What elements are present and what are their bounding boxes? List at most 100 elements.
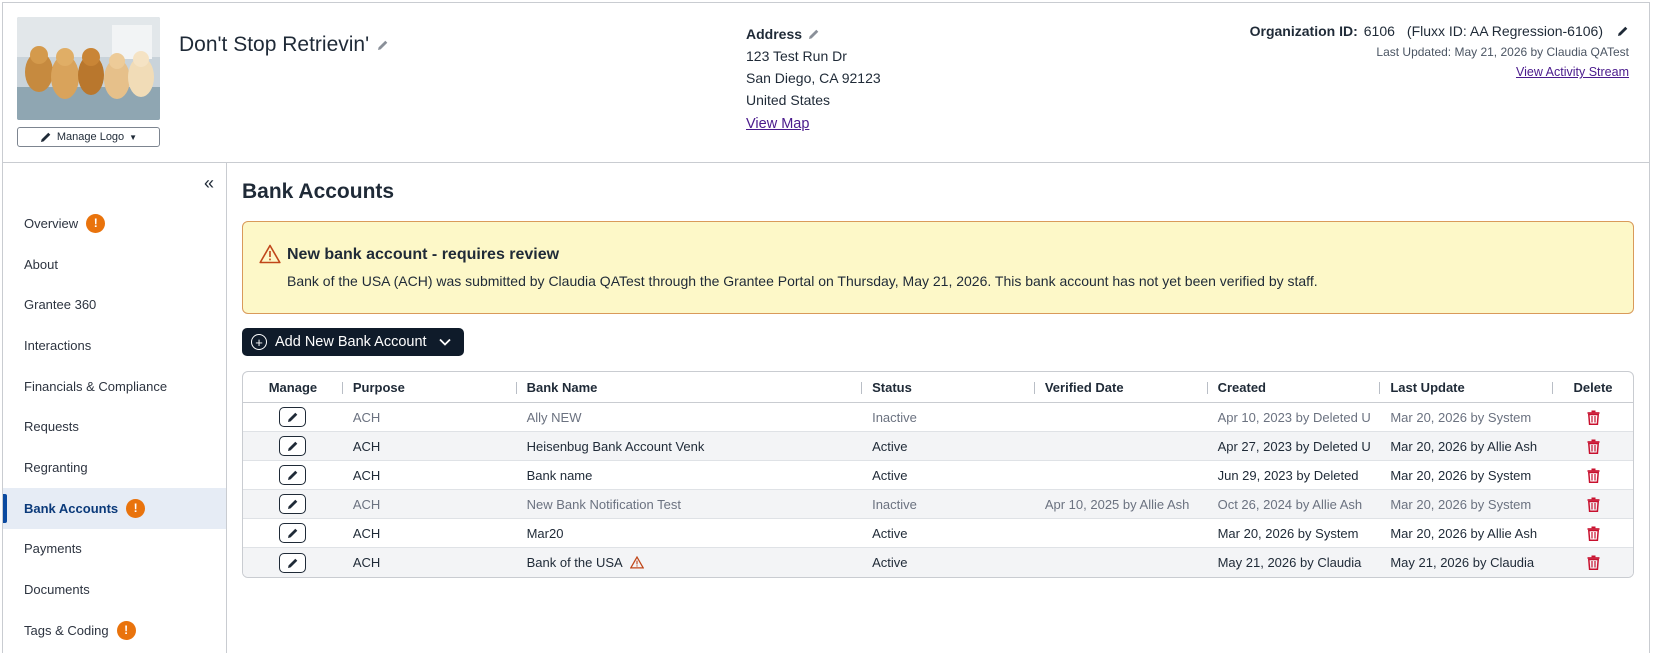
- updated-cell: Mar 20, 2026 by System: [1380, 461, 1553, 489]
- pencil-icon: [287, 499, 298, 509]
- status-cell: Active: [862, 461, 1035, 489]
- purpose-cell: ACH: [343, 403, 517, 431]
- trash-icon[interactable]: [1587, 410, 1600, 425]
- sidebar-item-label: Tags & Coding: [24, 622, 109, 638]
- add-button-label: Add New Bank Account: [275, 334, 427, 350]
- trash-icon[interactable]: [1587, 468, 1600, 483]
- updated-value: Mar 20, 2026 by Allie Ash: [1390, 525, 1538, 541]
- view-activity-stream-link[interactable]: View Activity Stream: [1516, 65, 1629, 79]
- add-new-bank-account-button[interactable]: + Add New Bank Account: [242, 328, 464, 356]
- edit-row-button[interactable]: [279, 436, 307, 456]
- purpose-cell: ACH: [343, 548, 517, 577]
- column-header-label: Manage: [268, 379, 318, 395]
- table-row[interactable]: ACH Heisenbug Bank Account Venk Active Apr …: [243, 432, 1633, 461]
- view-map-link[interactable]: View Map: [746, 113, 809, 135]
- edit-org-id-pencil-icon[interactable]: [1617, 25, 1629, 37]
- bank-cell: Mar20: [517, 519, 863, 547]
- warning-icon: [259, 244, 281, 264]
- sidebar-item-grantee-360[interactable]: Grantee 360: [3, 284, 226, 325]
- table-row[interactable]: ACH New Bank Notification Test Inactive Apr…: [243, 490, 1633, 519]
- edit-row-button[interactable]: [279, 552, 307, 573]
- sidebar-item-bank-accounts[interactable]: Bank Accounts!: [3, 487, 226, 529]
- sidebar-item-regranting[interactable]: Regranting: [3, 447, 226, 488]
- created-value: May 21, 2026 by Claudia: [1217, 555, 1362, 570]
- created-cell: Oct 26, 2024 by Allie Ash: [1208, 490, 1381, 518]
- address-block: Address 123 Test Run Dr San Diego, CA 92…: [746, 23, 881, 135]
- verified-cell: Apr 10, 2025 by Allie Ash: [1035, 490, 1208, 518]
- collapse-sidebar-icon[interactable]: «: [204, 173, 214, 194]
- bank-value: New Bank Notification Test: [526, 496, 681, 512]
- sidebar-item-payments[interactable]: Payments: [3, 529, 226, 570]
- org-id-block: Organization ID: 6106 (Fluxx ID: AA Regr…: [1250, 23, 1629, 79]
- purpose-cell: ACH: [343, 432, 517, 460]
- status-value: Active: [872, 467, 908, 483]
- edit-name-pencil-icon[interactable]: [377, 39, 389, 51]
- sidebar-item-interactions[interactable]: Interactions: [3, 325, 226, 366]
- manage-logo-label: Manage Logo: [56, 131, 125, 143]
- sidebar-item-tags-coding[interactable]: Tags & Coding!: [3, 610, 226, 651]
- status-cell: Active: [862, 548, 1035, 577]
- sidebar-item-documents[interactable]: Documents: [3, 569, 226, 610]
- column-header-label: Bank Name: [526, 379, 598, 395]
- edit-address-pencil-icon[interactable]: [808, 28, 820, 40]
- trash-icon[interactable]: [1587, 555, 1600, 570]
- column-header-delete[interactable]: Delete: [1553, 372, 1633, 402]
- column-header-status[interactable]: Status: [862, 372, 1035, 402]
- sidebar-item-label: Interactions: [24, 337, 92, 353]
- purpose-value: ACH: [352, 496, 381, 512]
- pencil-icon: [287, 470, 298, 480]
- org-name: Don't Stop Retrievin': [179, 33, 370, 56]
- verified-cell: [1035, 519, 1208, 547]
- sidebar-item-label: Regranting: [24, 459, 88, 475]
- trash-icon[interactable]: [1587, 497, 1600, 512]
- purpose-value: ACH: [352, 555, 381, 570]
- column-header-last-update[interactable]: Last Update: [1380, 372, 1554, 402]
- bank-cell: New Bank Notification Test: [517, 490, 863, 518]
- trash-icon[interactable]: [1587, 439, 1600, 454]
- sidebar-item-financials-compliance[interactable]: Financials & Compliance: [3, 366, 226, 407]
- bank-cell: Bank name: [517, 461, 863, 489]
- edit-row-button[interactable]: [279, 523, 307, 543]
- address-title: Address: [746, 26, 803, 42]
- chevron-down-icon: [438, 338, 451, 346]
- updated-value: Mar 20, 2026 by System: [1390, 496, 1532, 512]
- sidebar-item-label: Financials & Compliance: [24, 378, 168, 394]
- manage-logo-button[interactable]: Manage Logo ▼: [17, 127, 160, 147]
- verified-cell: [1035, 461, 1208, 489]
- verified-value: Apr 10, 2025 by Allie Ash: [1044, 496, 1190, 512]
- table-body: ACH Ally NEW Inactive Apr 10, 2023 by Delet…: [243, 403, 1633, 577]
- column-header-label: Delete: [1573, 379, 1613, 395]
- trash-icon[interactable]: [1587, 526, 1600, 541]
- column-header-purpose[interactable]: Purpose: [343, 372, 517, 402]
- bank-value: Mar20: [526, 525, 564, 541]
- plus-circle-icon: +: [251, 334, 267, 350]
- purpose-value: ACH: [352, 467, 381, 483]
- manage-cell: [243, 548, 343, 577]
- column-header-manage[interactable]: Manage: [243, 372, 343, 402]
- sidebar-item-label: Grantee 360: [24, 297, 97, 313]
- created-cell: Apr 10, 2023 by Deleted U: [1208, 403, 1381, 431]
- purpose-cell: ACH: [343, 519, 517, 547]
- manage-cell: [243, 519, 343, 547]
- column-header-label: Created: [1217, 379, 1267, 395]
- table-header: Manage Purpose Bank Name Status Verified Dat…: [243, 372, 1633, 403]
- table-row[interactable]: ACH Bank of the USA Active May 21, 2026 by …: [243, 548, 1633, 577]
- purpose-value: ACH: [352, 409, 381, 425]
- updated-cell: Mar 20, 2026 by System: [1380, 490, 1553, 518]
- table-row[interactable]: ACH Bank name Active Jun 29, 2023 by Delete…: [243, 461, 1633, 490]
- purpose-value: ACH: [352, 438, 381, 454]
- org-id-value: 6106: [1363, 23, 1395, 39]
- table-row[interactable]: ACH Mar20 Active Mar 20, 2026 by System Mar …: [243, 519, 1633, 548]
- sidebar-item-requests[interactable]: Requests: [3, 406, 226, 447]
- sidebar-item-overview[interactable]: Overview!: [3, 203, 226, 244]
- nav-list: Overview! About Grantee 360 Interactions Fin…: [3, 203, 226, 651]
- edit-row-button[interactable]: [279, 465, 307, 485]
- sidebar-nav: « Overview! About Grantee 360 Interactions F…: [3, 163, 227, 653]
- column-header-created[interactable]: Created: [1208, 372, 1381, 402]
- edit-row-button[interactable]: [279, 494, 307, 514]
- table-row[interactable]: ACH Ally NEW Inactive Apr 10, 2023 by Delet…: [243, 403, 1633, 432]
- sidebar-item-about[interactable]: About: [3, 244, 226, 285]
- column-header-bank-name[interactable]: Bank Name: [517, 372, 863, 402]
- column-header-verified-date[interactable]: Verified Date: [1035, 372, 1208, 402]
- edit-row-button[interactable]: [279, 407, 307, 427]
